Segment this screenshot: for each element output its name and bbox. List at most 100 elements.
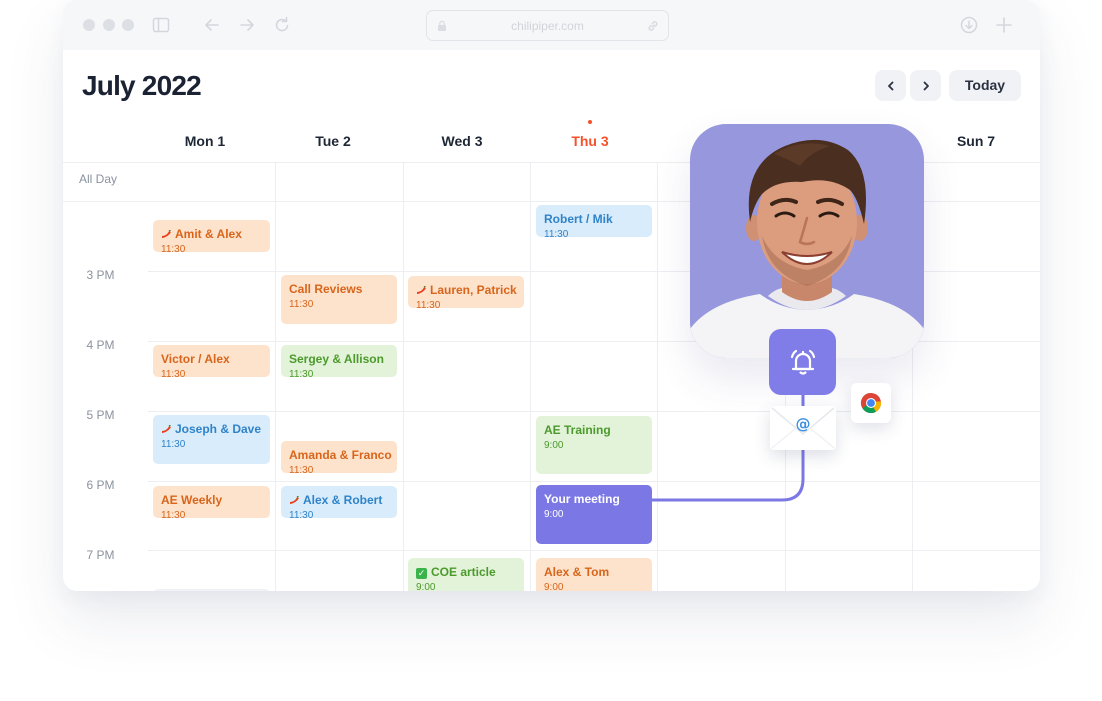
sidebar-toggle-icon[interactable] xyxy=(151,15,171,35)
grid-line xyxy=(275,162,276,591)
time-label: 7 PM xyxy=(86,548,115,562)
event-time: 11:30 xyxy=(161,244,186,252)
today-indicator-dot xyxy=(588,120,592,124)
grid-line xyxy=(530,162,531,591)
event-title: Amit & Alex xyxy=(175,227,242,241)
event-card[interactable]: Amit & Alex 11:30 xyxy=(153,220,270,252)
checkbox-icon: ✓ xyxy=(416,568,427,579)
window-maximize-dot[interactable] xyxy=(122,19,134,31)
window-close-dot[interactable] xyxy=(83,19,95,31)
time-label: 6 PM xyxy=(86,478,115,492)
event-card[interactable]: Amanda & Franco 11:30 xyxy=(281,441,397,473)
pepper-icon xyxy=(417,286,426,294)
event-time: 11:30 xyxy=(416,300,441,308)
window-minimize-dot[interactable] xyxy=(103,19,115,31)
email-notification[interactable]: @ xyxy=(770,406,836,450)
event-card[interactable]: Alex & Tom 9:00 xyxy=(536,558,652,591)
address-bar[interactable]: chilipiper.com xyxy=(426,10,669,41)
pepper-icon xyxy=(290,496,299,504)
url-text: chilipiper.com xyxy=(511,19,584,33)
event-card[interactable]: Call Reviews 11:30 xyxy=(281,275,397,324)
svg-text:@: @ xyxy=(796,415,811,433)
event-time: 11:30 xyxy=(161,369,186,377)
event-title-row: ✓ COE article xyxy=(416,565,516,579)
day-header-wed[interactable]: Wed 3 xyxy=(398,133,526,149)
person-illustration xyxy=(690,139,924,358)
time-label: 3 PM xyxy=(86,268,115,282)
chevron-right-icon xyxy=(923,81,929,90)
event-title-row: Alex & Robert xyxy=(289,493,389,507)
event-title: COE article xyxy=(431,565,496,579)
event-card[interactable]: Joseph & Dave 11:30 xyxy=(153,415,270,464)
event-title: Victor / Alex xyxy=(161,352,230,366)
today-button[interactable]: Today xyxy=(949,70,1021,101)
grid-line xyxy=(148,481,1040,482)
time-label: 5 PM xyxy=(86,408,115,422)
event-card-partial[interactable] xyxy=(153,589,270,591)
event-time: 9:00 xyxy=(544,509,564,520)
event-title: AE Training xyxy=(544,423,611,437)
event-title-row: Joseph & Dave xyxy=(161,422,262,436)
event-time: 11:30 xyxy=(289,369,314,377)
pepper-icon xyxy=(162,425,171,433)
event-title: Call Reviews xyxy=(289,282,363,296)
event-card[interactable]: Alex & Robert 11:30 xyxy=(281,486,397,518)
event-card[interactable]: AE Training 9:00 xyxy=(536,416,652,474)
grid-line xyxy=(148,550,1040,551)
event-title: AE Weekly xyxy=(161,493,223,507)
download-icon[interactable] xyxy=(959,15,979,35)
event-title-row: Amit & Alex xyxy=(161,227,262,241)
pepper-icon xyxy=(162,230,171,238)
time-label: 4 PM xyxy=(86,338,115,352)
grid-line xyxy=(148,411,1040,412)
link-icon[interactable] xyxy=(646,19,660,33)
event-time: 9:00 xyxy=(544,582,564,591)
event-card[interactable]: Sergey & Allison 11:30 xyxy=(281,345,397,377)
event-time: 11:30 xyxy=(544,229,569,237)
event-card[interactable]: Robert / Mik 11:30 xyxy=(536,205,652,237)
event-card[interactable]: Lauren, Patrick 11:30 xyxy=(408,276,524,308)
event-title: Your meeting xyxy=(544,492,620,506)
prev-month-button[interactable] xyxy=(875,70,906,101)
attendee-photo xyxy=(690,124,924,358)
grid-line xyxy=(403,162,404,591)
event-time: 9:00 xyxy=(416,582,436,591)
event-title: Alex & Robert xyxy=(303,493,383,507)
event-time: 11:30 xyxy=(289,299,314,310)
back-arrow-icon[interactable] xyxy=(202,15,222,35)
all-day-label: All Day xyxy=(79,172,118,186)
event-card[interactable]: ✓ COE article 9:00 xyxy=(408,558,524,591)
event-time: 11:30 xyxy=(161,439,186,450)
event-title: Alex & Tom xyxy=(544,565,610,579)
chevron-left-icon xyxy=(887,81,893,90)
email-at-icon: @ xyxy=(771,407,835,449)
event-title: Lauren, Patrick xyxy=(430,283,517,297)
forward-arrow-icon[interactable] xyxy=(237,15,257,35)
notification-bell-button[interactable] xyxy=(769,329,836,395)
bell-icon xyxy=(790,349,815,375)
event-title: Sergey & Allison xyxy=(289,352,384,366)
reload-icon[interactable] xyxy=(272,15,292,35)
event-time: 11:30 xyxy=(289,465,314,473)
event-title: Amanda & Franco xyxy=(289,448,392,462)
day-header-mon[interactable]: Mon 1 xyxy=(141,133,269,149)
event-time: 11:30 xyxy=(289,510,314,518)
event-title: Robert / Mik xyxy=(544,212,613,226)
browser-chrome: chilipiper.com xyxy=(63,0,1040,50)
event-title: Joseph & Dave xyxy=(175,422,262,436)
event-card[interactable]: Victor / Alex 11:30 xyxy=(153,345,270,377)
chrome-icon xyxy=(860,392,882,414)
event-title-row: Lauren, Patrick xyxy=(416,283,517,297)
new-tab-plus-icon[interactable] xyxy=(994,15,1014,35)
chrome-notification[interactable] xyxy=(851,383,891,423)
your-meeting-event[interactable]: Your meeting 9:00 xyxy=(536,485,652,544)
event-time: 11:30 xyxy=(161,510,186,518)
event-card[interactable]: AE Weekly 11:30 xyxy=(153,486,270,518)
day-header-sun[interactable]: Sun 7 xyxy=(912,133,1040,149)
next-month-button[interactable] xyxy=(910,70,941,101)
calendar-month-title: July 2022 xyxy=(82,70,202,101)
grid-line xyxy=(657,162,658,591)
day-header-thu[interactable]: Thu 3 xyxy=(526,133,654,149)
day-header-tue[interactable]: Tue 2 xyxy=(269,133,397,149)
event-time: 9:00 xyxy=(544,440,564,451)
